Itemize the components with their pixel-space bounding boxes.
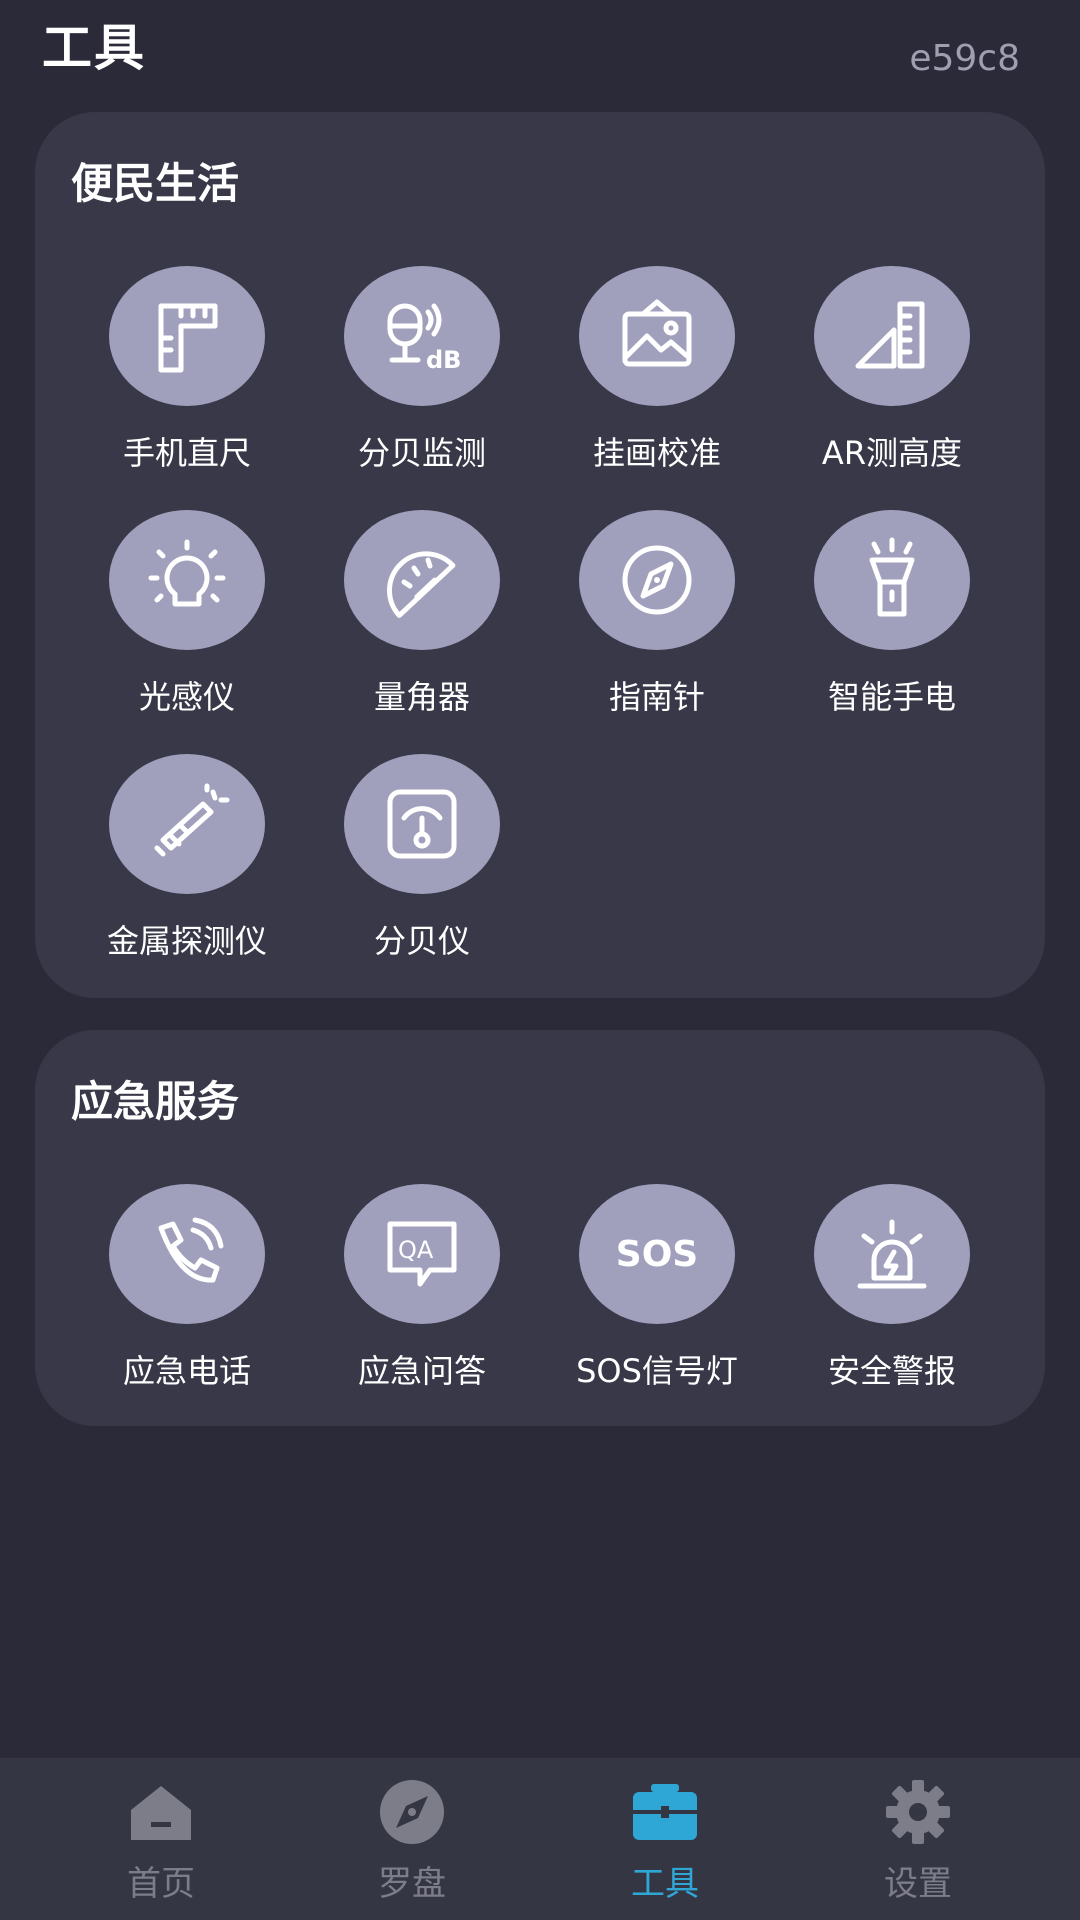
tool-label: 应急电话 (122, 1352, 251, 1390)
nav-label: 罗盘 (378, 1864, 446, 1904)
nav-item-home[interactable]: 首页 (61, 1758, 261, 1920)
flashlight-icon (814, 510, 970, 650)
tool-label: 应急问答 (357, 1352, 486, 1390)
tool-safety-alarm[interactable]: 安全警报 (782, 1184, 1002, 1404)
nav-label: 工具 (631, 1864, 699, 1904)
section-title: 便民生活 (71, 159, 240, 208)
bottom-nav: 首页 罗盘 工具 设置 (0, 1758, 1080, 1920)
protractor-icon (344, 510, 500, 650)
tool-sos-light[interactable]: SOS SOS信号灯 (547, 1184, 767, 1404)
metal-detector-icon (109, 754, 265, 894)
tools-page: 工具 e59c8 便民生活 手机直尺 dB 分贝监测 挂画校准 AR测高度 光感… (0, 0, 1080, 1920)
section-emergency: 应急服务 应急电话 QA 应急问答 SOS SOS信号灯 安全警报 (35, 1030, 1045, 1426)
tool-sound-meter[interactable]: 分贝仪 (312, 754, 532, 974)
nav-item-settings[interactable]: 设置 (818, 1758, 1018, 1920)
tool-label: AR测高度 (821, 434, 963, 472)
phone-call-icon (109, 1184, 265, 1324)
light-bulb-icon (109, 510, 265, 650)
tool-light-meter[interactable]: 光感仪 (77, 510, 297, 730)
tool-emergency-phone[interactable]: 应急电话 (77, 1184, 297, 1404)
section-daily-life: 便民生活 手机直尺 dB 分贝监测 挂画校准 AR测高度 光感仪 量角器 指南针… (35, 112, 1045, 998)
nav-item-compass[interactable]: 罗盘 (312, 1758, 512, 1920)
page-title: 工具 (42, 19, 146, 77)
tool-label: 指南针 (608, 678, 705, 716)
alarm-siren-icon (814, 1184, 970, 1324)
tool-label: 金属探测仪 (106, 922, 267, 960)
nav-item-tools[interactable]: 工具 (565, 1758, 765, 1920)
compass-icon (380, 1780, 444, 1844)
picture-frame-icon (579, 266, 735, 406)
qa-bubble-icon: QA (344, 1184, 500, 1324)
decibel-monitor-icon: dB (344, 266, 500, 406)
tool-label: 光感仪 (138, 678, 235, 716)
tool-picture-calibration[interactable]: 挂画校准 (547, 266, 767, 486)
compass-icon (579, 510, 735, 650)
tool-label: 量角器 (373, 678, 470, 716)
tool-emergency-qa[interactable]: QA 应急问答 (312, 1184, 532, 1404)
tool-label: 智能手电 (827, 678, 956, 716)
tool-ar-height[interactable]: AR测高度 (782, 266, 1002, 486)
nav-label: 首页 (127, 1864, 195, 1904)
svg-text:dB: dB (426, 346, 461, 374)
tool-label: 挂画校准 (592, 434, 721, 472)
nav-label: 设置 (884, 1864, 952, 1904)
tool-compass[interactable]: 指南针 (547, 510, 767, 730)
home-icon (131, 1786, 191, 1840)
tool-protractor[interactable]: 量角器 (312, 510, 532, 730)
section-title: 应急服务 (71, 1077, 240, 1126)
sound-meter-icon (344, 754, 500, 894)
svg-text:QA: QA (398, 1236, 434, 1264)
header-code: e59c8 (909, 38, 1020, 79)
tool-label: 分贝仪 (373, 922, 470, 960)
tool-label: 分贝监测 (357, 434, 486, 472)
svg-text:SOS: SOS (616, 1234, 698, 1275)
sos-icon: SOS (579, 1184, 735, 1324)
toolbox-icon (633, 1784, 697, 1840)
tool-phone-ruler[interactable]: 手机直尺 (77, 266, 297, 486)
ruler-icon (109, 266, 265, 406)
tool-smart-flashlight[interactable]: 智能手电 (782, 510, 1002, 730)
tool-metal-detector[interactable]: 金属探测仪 (77, 754, 297, 974)
tool-label: 手机直尺 (122, 434, 251, 472)
tool-label: SOS信号灯 (576, 1352, 738, 1390)
gear-icon (886, 1780, 950, 1844)
tool-decibel-monitor[interactable]: dB 分贝监测 (312, 266, 532, 486)
tool-label: 安全警报 (827, 1352, 956, 1390)
height-ruler-icon (814, 266, 970, 406)
